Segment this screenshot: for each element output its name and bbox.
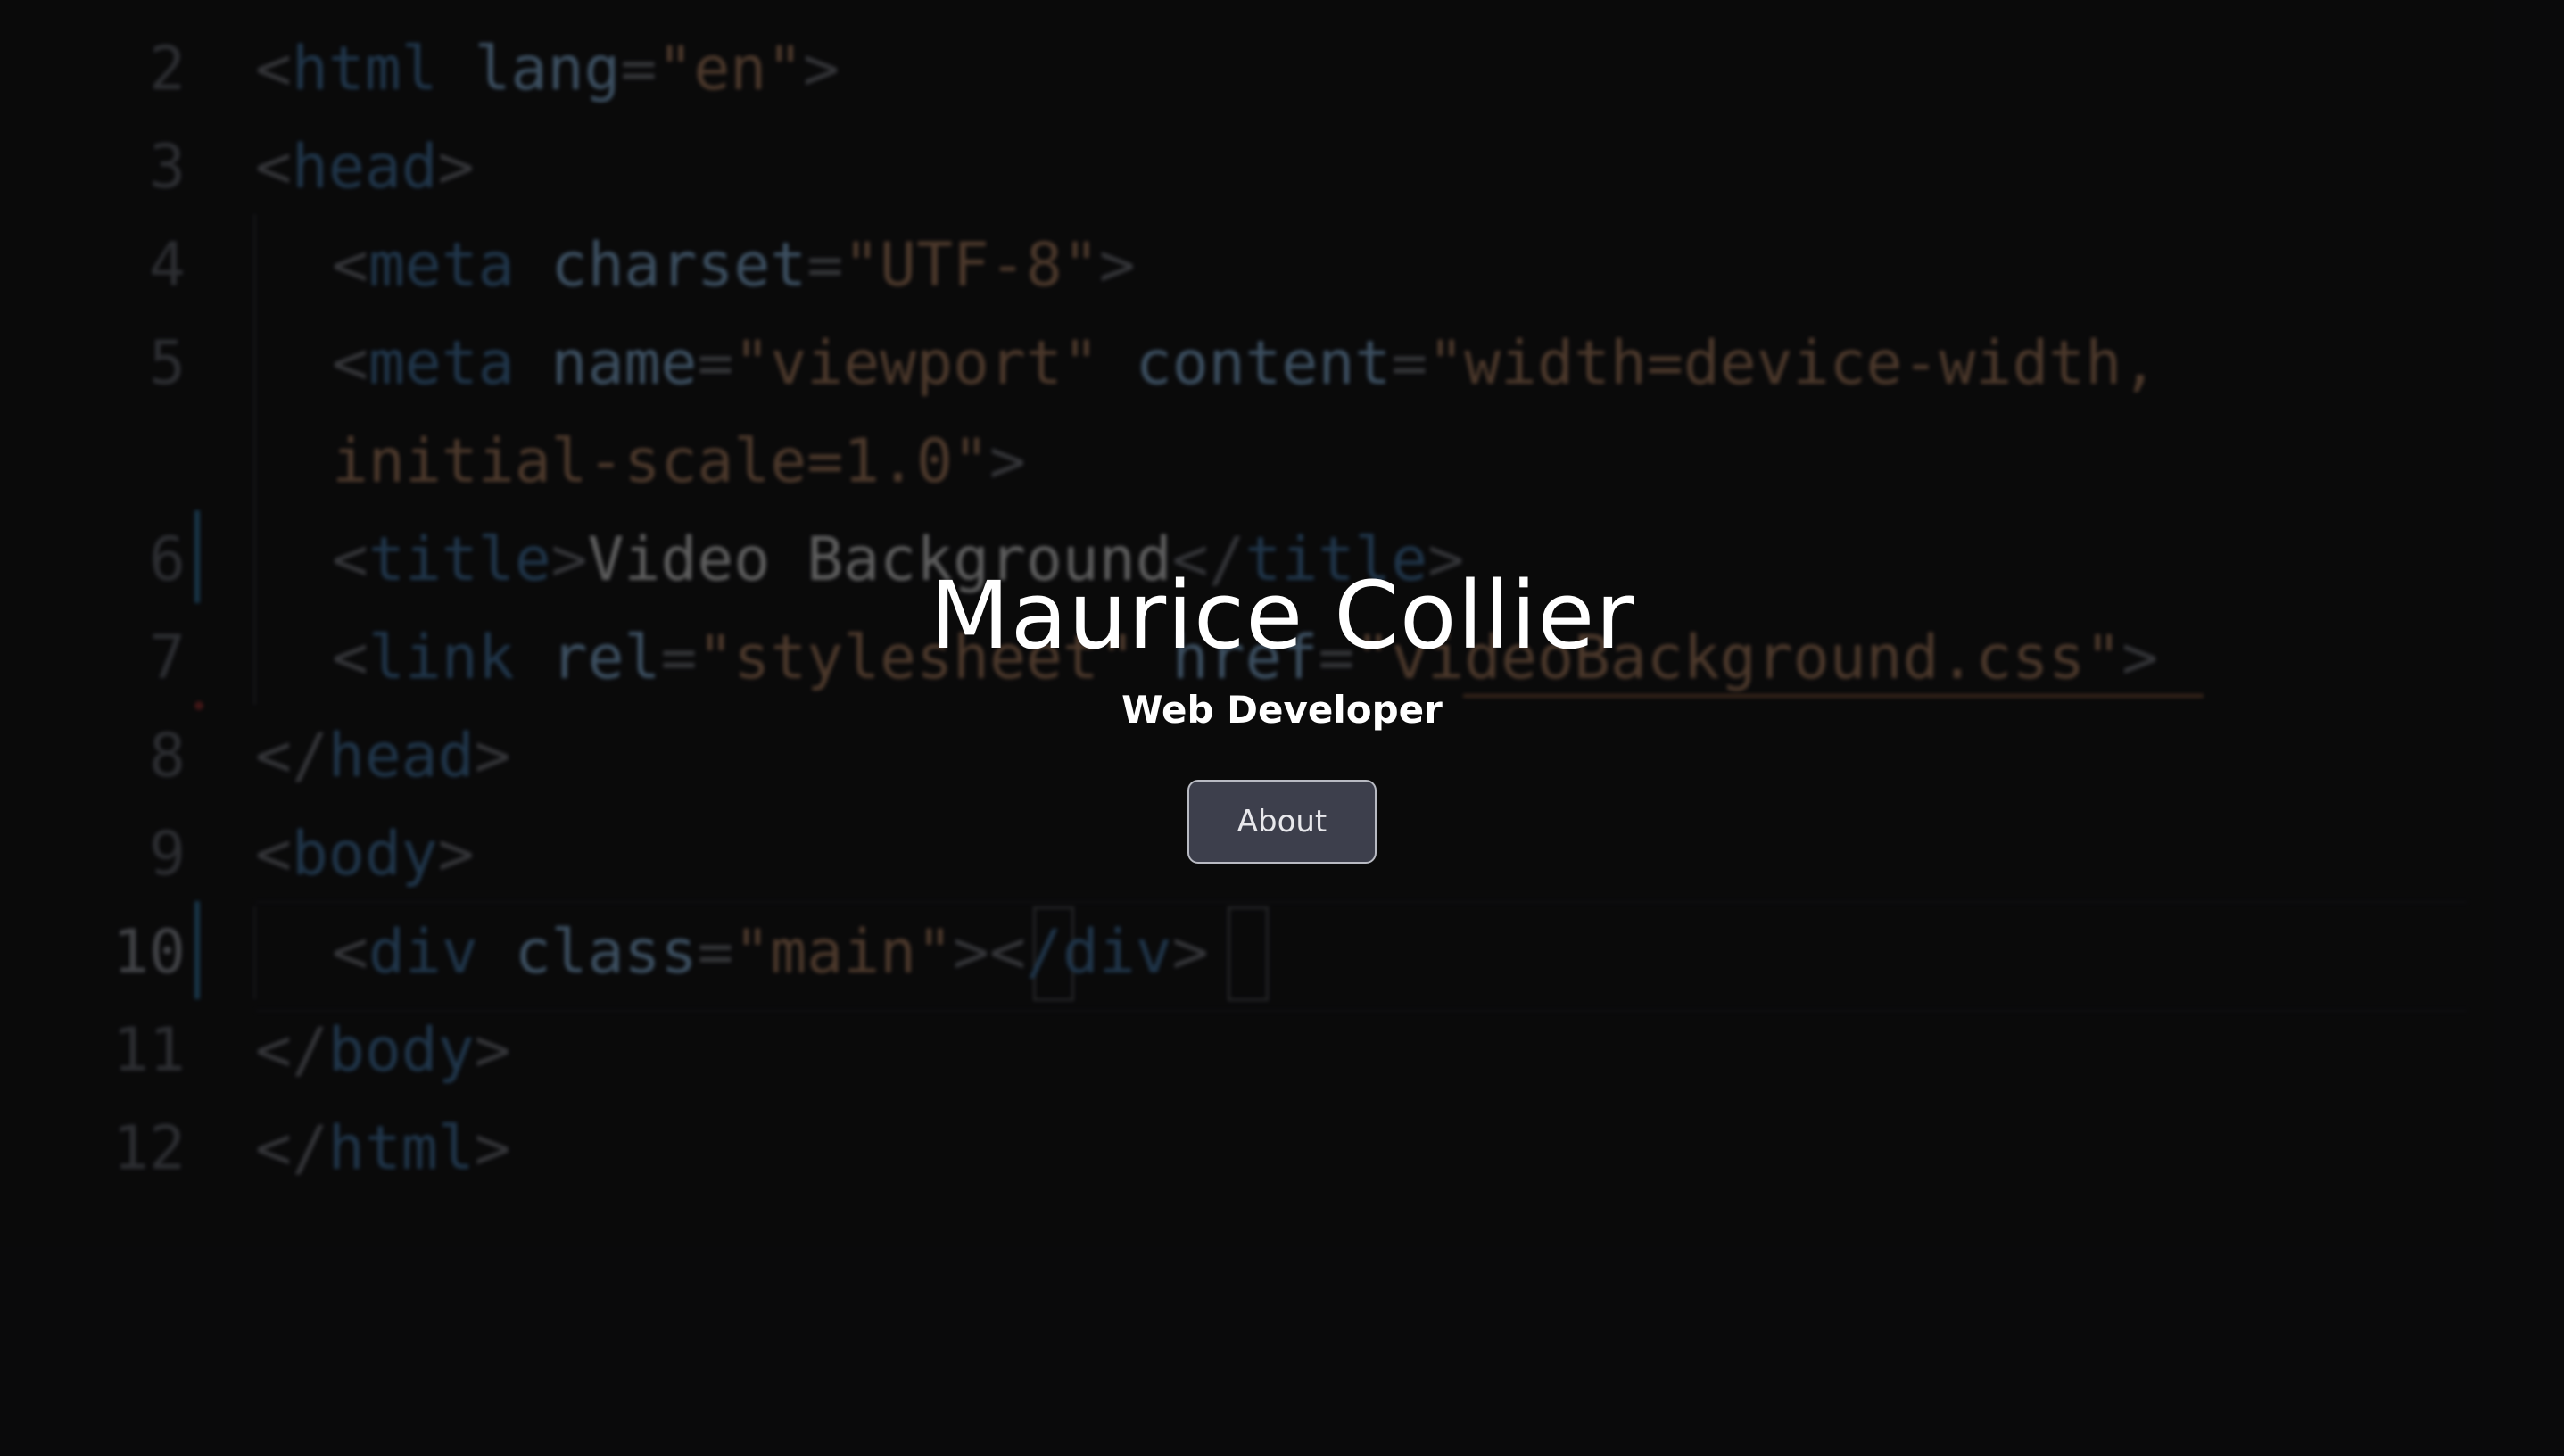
hero-section: Maurice Collier Web Developer About	[0, 553, 2564, 864]
hero-name: Maurice Collier	[930, 561, 1634, 670]
hero-title: Web Developer	[1121, 688, 1443, 732]
about-button[interactable]: About	[1187, 780, 1377, 864]
video-background-page: 2 <html lang="en"> 3 <head> 4 <meta charset="…	[0, 0, 2564, 1456]
